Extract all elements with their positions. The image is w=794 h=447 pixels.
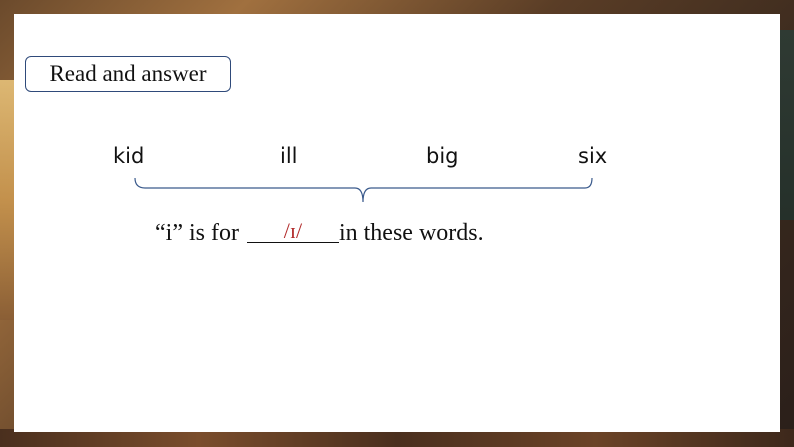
sentence-after: in these words. (338, 220, 484, 246)
sentence-before: “i” is for (155, 220, 245, 246)
answer-sentence: “i” is for /ɪ/in these words. (155, 220, 484, 247)
section-title: Read and answer (25, 56, 231, 92)
answer-text: /ɪ/ (283, 218, 303, 243)
word-six: six (578, 144, 608, 168)
word-kid: kid (113, 144, 145, 168)
word-ill: ill (280, 144, 298, 168)
word-big: big (426, 144, 459, 168)
section-title-text: Read and answer (49, 61, 207, 86)
answer-blank: /ɪ/ (246, 218, 339, 243)
background-window (0, 80, 14, 320)
background-chalkboard (780, 30, 794, 220)
grouping-brace (134, 177, 593, 203)
